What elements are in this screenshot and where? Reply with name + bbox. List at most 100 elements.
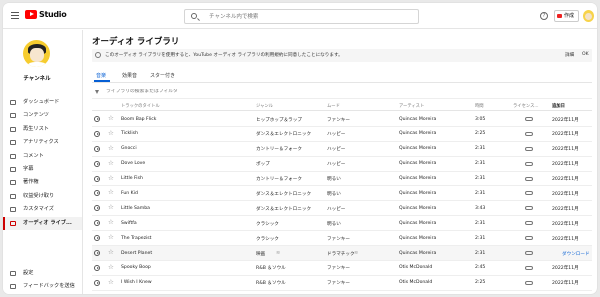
column-genre[interactable]: ジャンル (256, 103, 273, 109)
column-duration[interactable]: 時間 (475, 103, 484, 109)
license-icon[interactable] (525, 146, 533, 151)
filter-icon[interactable] (95, 90, 99, 94)
sidebar-item[interactable]: 再生リスト (3, 123, 82, 136)
play-icon[interactable] (94, 250, 100, 257)
table-row[interactable]: ☆ Little Fish カントリー＆フォーク 明るい Quincas Moreira… (92, 172, 592, 187)
sidebar-bottom-item[interactable]: 設定 (3, 267, 82, 280)
sidebar-item-label: ダッシュボード (23, 99, 60, 105)
star-icon[interactable]: ☆ (108, 219, 114, 226)
track-added-date: 2022年11月 (552, 191, 579, 197)
license-icon[interactable] (525, 280, 533, 285)
sidebar-item[interactable]: 字幕 (3, 163, 82, 176)
star-icon[interactable]: ☆ (108, 174, 114, 182)
sidebar-item-label: 設定 (23, 270, 34, 276)
star-icon[interactable]: ☆ (108, 115, 114, 122)
sidebar-item[interactable]: 著作権 (3, 176, 82, 189)
sidebar-item[interactable]: 収益受け取り (3, 190, 82, 203)
tab-sound-effects[interactable]: 効果音 (122, 72, 137, 79)
nav-icon (10, 193, 16, 199)
star-icon[interactable]: ☆ (108, 204, 114, 211)
table-row[interactable]: ☆ I Wish I Knew R&B ＆ソウル ファンキー Otis McDonald… (92, 276, 592, 291)
license-icon[interactable] (525, 221, 533, 226)
license-icon[interactable] (525, 176, 533, 181)
star-icon[interactable]: ☆ (108, 129, 114, 137)
play-icon[interactable] (94, 130, 100, 137)
play-icon[interactable] (94, 264, 100, 271)
table-row[interactable]: ☆ Gnocci カントリー＆フォーク ハッピー Quincas Moreira 2:31… (92, 142, 592, 157)
star-icon[interactable]: ☆ (108, 263, 114, 271)
table-row[interactable]: ☆ Swiftfa クラシック 明るい Quincas Moreira 2:31 2022年… (92, 216, 592, 232)
download-button[interactable]: ダウンロード (562, 251, 590, 257)
tab-starred[interactable]: スター付き (150, 72, 175, 79)
learn-more-link[interactable]: 詳細 (565, 52, 574, 58)
search-box[interactable] (184, 9, 419, 24)
track-title: Gnocci (121, 146, 137, 152)
play-icon[interactable] (94, 205, 100, 212)
youtube-logo-icon[interactable] (25, 10, 37, 19)
sidebar-item[interactable]: アナリティクス (3, 136, 82, 149)
license-icon[interactable] (525, 191, 533, 196)
track-genre: クラシック (256, 221, 279, 227)
channel-avatar[interactable] (23, 40, 50, 67)
license-icon[interactable] (525, 161, 533, 166)
tab-music[interactable]: 音楽 (96, 72, 106, 79)
track-duration: 3:05 (475, 116, 486, 122)
table-row[interactable]: ☆ Spooky Boop R&B ＆ソウル ファンキー Otis McDonald 2:… (92, 261, 592, 276)
sidebar-bottom-item[interactable]: フィードバックを送信 (3, 280, 82, 293)
license-icon[interactable] (525, 206, 533, 211)
table-row[interactable]: ☆ Dove Love ポップ ハッピー Quincas Moreira 2:31 2022… (92, 157, 592, 172)
table-row[interactable]: ☆ Little Samba ダンス＆エレクトロニック ハッピー Quincas Mor… (92, 201, 592, 217)
license-icon[interactable] (525, 236, 533, 241)
star-icon[interactable]: ☆ (108, 189, 114, 196)
sidebar-item[interactable]: コメント (3, 150, 82, 163)
sidebar-item[interactable]: カスタマイズ (3, 203, 82, 216)
sidebar-item[interactable]: コンテンツ (3, 109, 82, 122)
play-icon[interactable] (94, 145, 100, 152)
help-icon[interactable]: ? (540, 12, 548, 20)
sidebar-item[interactable]: オーディオ ライブ... (3, 216, 82, 231)
track-added-date: 2022年11月 (552, 132, 579, 138)
avatar-body (28, 62, 46, 67)
star-icon[interactable]: ☆ (108, 278, 114, 286)
search-input[interactable] (209, 12, 399, 21)
license-icon[interactable] (525, 251, 533, 256)
play-icon[interactable] (94, 116, 100, 122)
play-icon[interactable] (94, 190, 100, 197)
star-icon[interactable]: ☆ (108, 144, 114, 152)
account-avatar[interactable] (583, 10, 594, 22)
studio-brand[interactable]: Studio (39, 10, 67, 19)
track-mood: ドラマチック (327, 251, 355, 257)
column-license[interactable]: ライセンス... (513, 103, 539, 109)
play-icon[interactable] (94, 175, 100, 182)
star-icon[interactable]: ☆ (108, 159, 114, 167)
table-row[interactable]: ☆ Fun Kid ダンス＆エレクトロニック 明るい Quincas Moreira 2:… (92, 186, 592, 202)
column-track-title[interactable]: トラックのタイトル (121, 103, 160, 109)
play-icon[interactable] (94, 235, 100, 242)
track-title: Dove Love (121, 161, 146, 167)
column-mood[interactable]: ムード (327, 103, 340, 109)
table-row[interactable]: ☆ The Trapezist クラシック ファンキー Quincas Moreira 2… (92, 231, 592, 247)
sidebar-item[interactable]: ダッシュボード (3, 96, 82, 109)
banner-ok-button[interactable]: OK (582, 52, 589, 57)
license-icon[interactable] (525, 117, 533, 121)
column-artist[interactable]: アーティスト (399, 103, 424, 109)
play-icon[interactable] (94, 279, 100, 286)
table-row[interactable]: ☆ Ticklish ダンス＆エレクトロニック ハッピー Quincas Moreira… (92, 127, 592, 142)
play-icon[interactable] (94, 220, 100, 227)
track-artist: Quincas Moreira (399, 190, 437, 196)
create-button[interactable]: 作成 (554, 10, 579, 22)
filter-input[interactable] (106, 89, 306, 94)
license-icon[interactable] (525, 265, 533, 270)
create-label: 作成 (564, 13, 575, 19)
play-icon[interactable] (94, 160, 100, 167)
table-row[interactable]: ☆ Boom Bap Flick ヒップホップ＆ラップ ファンキー Quincas Mo… (92, 112, 592, 127)
column-added[interactable]: 追加日 (552, 103, 565, 109)
menu-icon[interactable] (11, 12, 19, 19)
star-icon[interactable]: ☆ (108, 249, 114, 256)
star-icon[interactable]: ☆ (108, 234, 114, 241)
track-added-date: 2022年11月 (552, 117, 579, 123)
license-icon[interactable] (525, 131, 533, 136)
table-row[interactable]: ☆ Desert Planet 映画 ドラマチック Quincas Moreira 2:3… (92, 246, 592, 261)
track-mood: ファンキー (327, 281, 350, 287)
sidebar-nav: ダッシュボードコンテンツ 再生リスト アナリティクス コメント 字幕 著作権 収益受け取りカ… (3, 96, 82, 231)
